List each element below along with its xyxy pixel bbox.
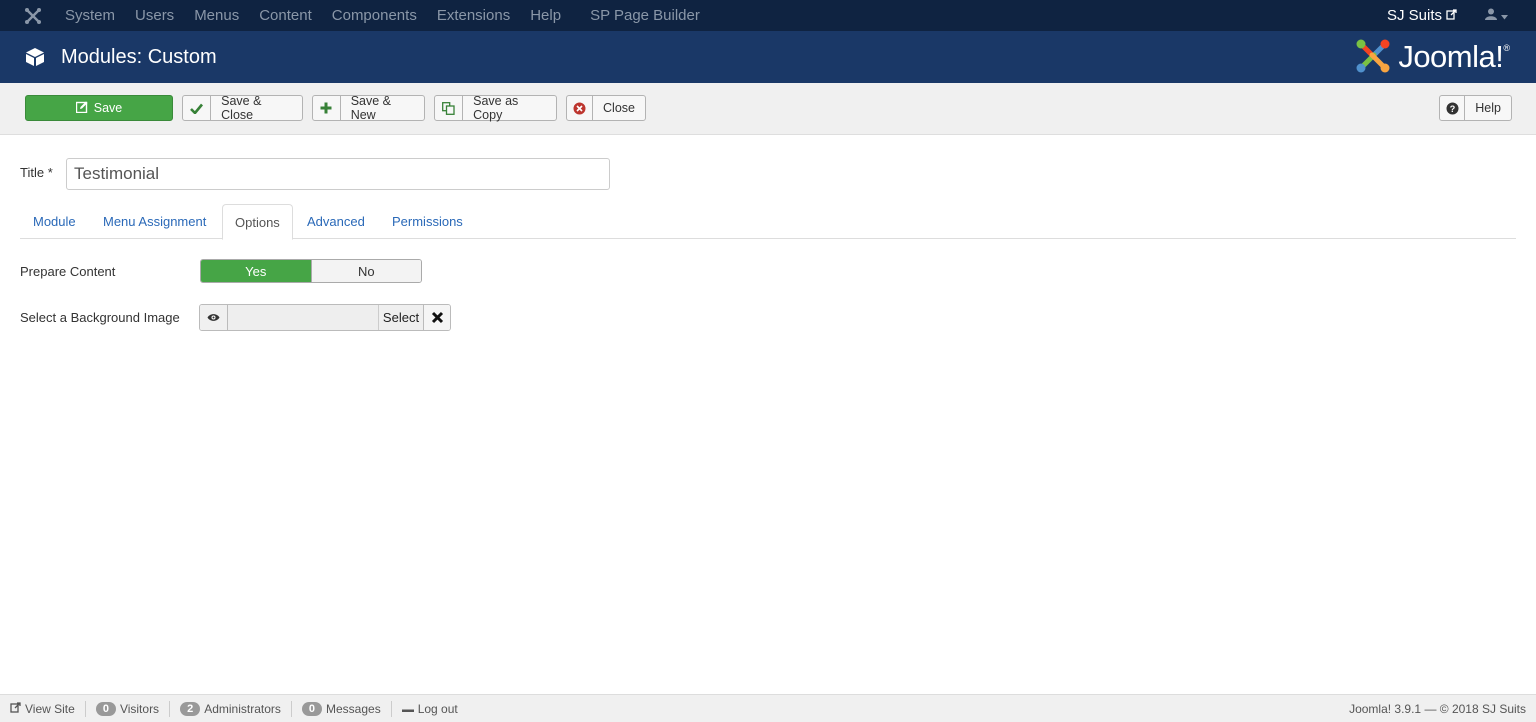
registered-mark: ® <box>1503 42 1510 53</box>
tab-permissions[interactable]: Permissions <box>392 204 463 239</box>
joomla-logo: Joomla! ® <box>1354 37 1510 78</box>
tab-menu-assignment[interactable]: Menu Assignment <box>103 204 206 239</box>
administrators-link[interactable]: 2 Administrators <box>170 700 292 717</box>
eye-icon[interactable] <box>200 305 228 330</box>
cancel-circle-icon <box>567 96 594 120</box>
tab-advanced[interactable]: Advanced <box>307 204 365 239</box>
menu-extensions[interactable]: Extensions <box>437 7 510 24</box>
visitors-link[interactable]: 0 Visitors <box>86 700 171 717</box>
background-image-label: Select a Background Image <box>20 310 180 325</box>
save-copy-button[interactable]: Save as Copy <box>434 94 557 122</box>
save-label: Save <box>93 101 123 115</box>
copy-icon <box>435 96 464 120</box>
joomla-logo-text: Joomla! <box>1398 39 1504 74</box>
save-close-button[interactable]: Save & Close <box>182 94 303 122</box>
question-icon: ? <box>1440 96 1466 120</box>
yes-option[interactable]: Yes <box>201 260 311 282</box>
menu-menus[interactable]: Menus <box>194 7 239 24</box>
prepare-content-label: Prepare Content <box>20 264 116 279</box>
clear-icon[interactable] <box>423 305 450 330</box>
messages-badge: 0 <box>301 701 322 716</box>
save-button[interactable]: Save <box>25 95 173 121</box>
save-new-button[interactable]: Save & New <box>312 94 425 122</box>
user-icon <box>1485 8 1497 23</box>
image-path-input[interactable] <box>228 305 378 330</box>
status-bar: View Site 0 Visitors 2 Administrators 0 … <box>0 694 1536 722</box>
menu-sp-page-builder[interactable]: SP Page Builder <box>590 7 700 24</box>
svg-text:?: ? <box>1449 104 1455 114</box>
prepare-content-toggle: Yes No <box>200 259 422 283</box>
background-image-field: Select <box>199 304 451 331</box>
logout-link[interactable]: Log out <box>392 701 468 717</box>
page-title: Modules: Custom <box>61 45 217 68</box>
version-info: Joomla! 3.9.1 — © 2018 SJ Suits <box>1349 701 1526 716</box>
title-label: Title * <box>20 165 53 180</box>
menu-users[interactable]: Users <box>135 7 174 24</box>
title-input[interactable] <box>66 158 610 190</box>
administrators-badge: 2 <box>180 701 201 716</box>
view-site-label: View Site <box>25 701 75 716</box>
edit-icon <box>75 101 88 116</box>
tab-options[interactable]: Options <box>222 204 293 240</box>
save-close-label: Save & Close <box>221 94 262 122</box>
top-navbar: System Users Menus Content Components Ex… <box>0 0 1536 31</box>
external-link-icon <box>10 701 21 716</box>
tab-bar: Module Menu Assignment Options Advanced … <box>20 204 1516 240</box>
help-label: Help <box>1475 101 1501 115</box>
visitors-label: Visitors <box>119 701 160 716</box>
main-menu: System Users Menus Content Components Ex… <box>65 0 720 31</box>
caret-down-icon <box>1501 8 1508 23</box>
messages-link[interactable]: 0 Messages <box>292 700 392 717</box>
site-name: SJ Suits <box>1386 7 1442 24</box>
site-link[interactable]: SJ Suits <box>1387 7 1457 24</box>
menu-system[interactable]: System <box>65 7 115 24</box>
logout-label: Log out <box>417 701 458 716</box>
select-image-button[interactable]: Select <box>378 305 423 330</box>
page-header: Modules: Custom Joomla! ® <box>0 31 1536 83</box>
minus-icon <box>401 702 414 716</box>
user-menu[interactable] <box>1485 8 1508 23</box>
joomla-logo-icon <box>1354 37 1392 78</box>
menu-components[interactable]: Components <box>332 7 417 24</box>
no-option[interactable]: No <box>310 260 421 282</box>
cube-icon <box>25 47 45 67</box>
view-site-link[interactable]: View Site <box>0 700 86 717</box>
check-icon <box>183 96 212 120</box>
external-link-icon <box>1446 7 1457 24</box>
menu-help[interactable]: Help <box>530 7 561 24</box>
messages-label: Messages <box>326 701 381 716</box>
tab-module[interactable]: Module <box>33 204 76 239</box>
plus-icon <box>313 96 341 120</box>
save-new-label: Save & New <box>350 94 391 122</box>
visitors-badge: 0 <box>95 701 116 716</box>
joomla-menu-icon[interactable] <box>0 0 65 31</box>
close-button[interactable]: Close <box>566 95 646 121</box>
save-copy-label: Save as Copy <box>473 94 519 122</box>
toolbar: Save Save & Close Save & New Save as Cop… <box>0 83 1536 135</box>
menu-content[interactable]: Content <box>259 7 312 24</box>
topnav-right: SJ Suits <box>1387 0 1536 31</box>
close-label: Close <box>603 101 635 115</box>
administrators-label: Administrators <box>204 701 281 716</box>
help-button[interactable]: ? Help <box>1439 95 1512 121</box>
